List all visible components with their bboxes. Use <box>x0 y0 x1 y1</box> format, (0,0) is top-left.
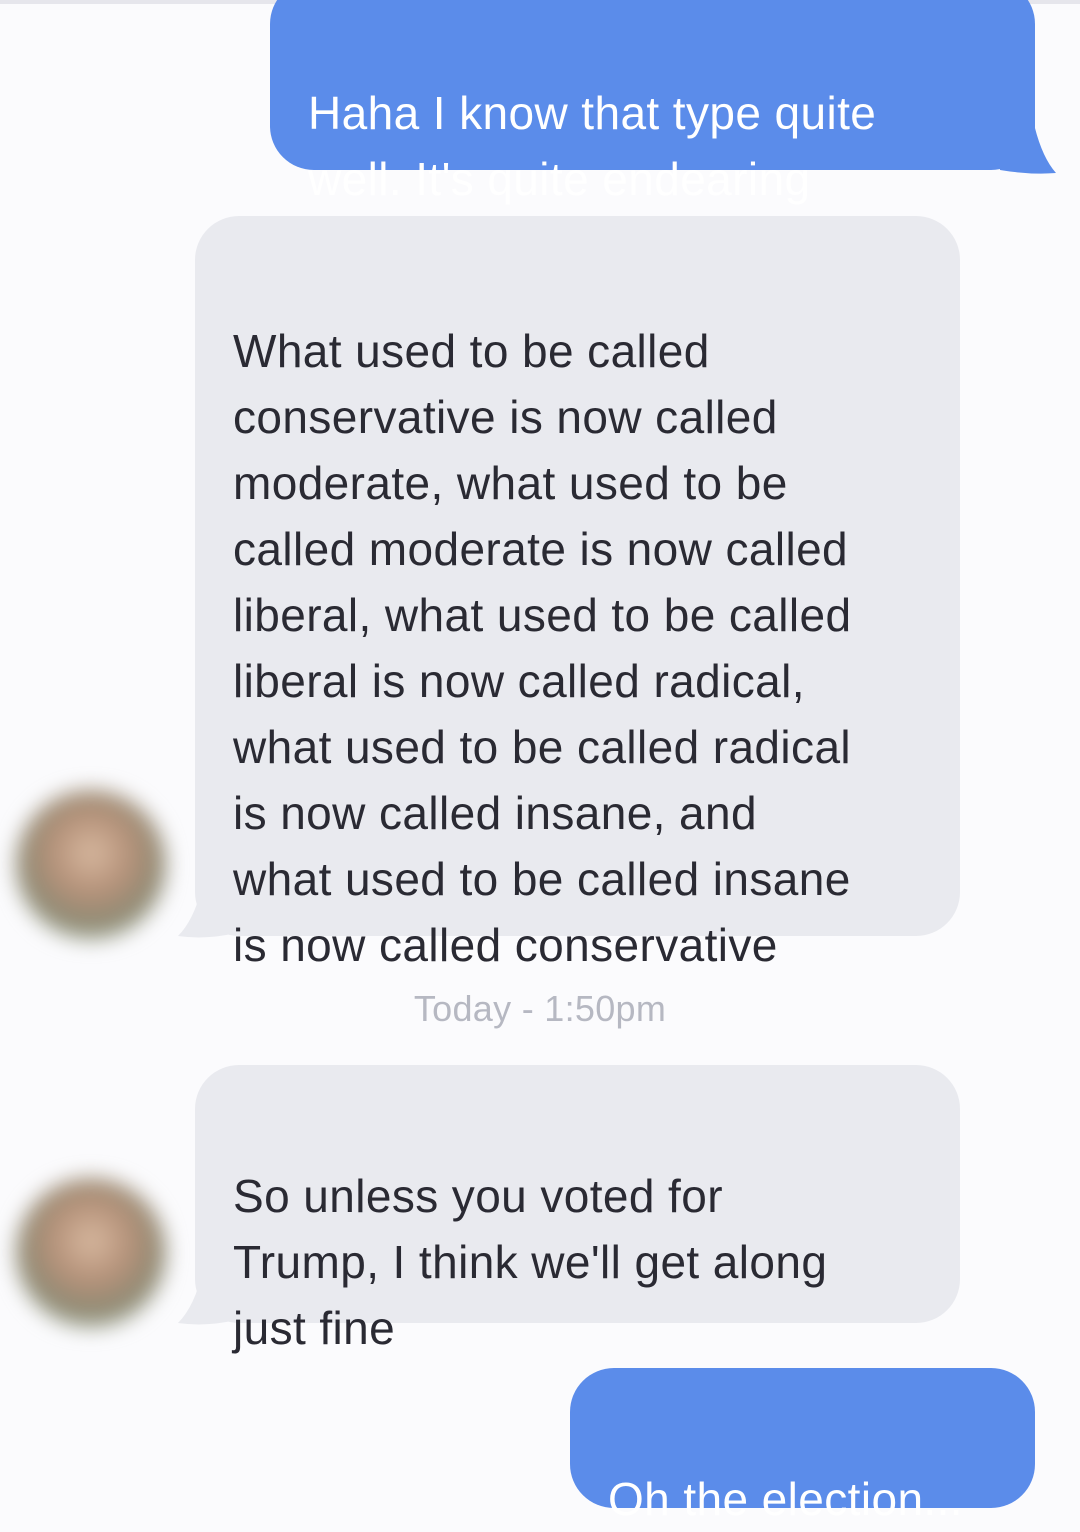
incoming-message-bubble[interactable]: So unless you voted for Trump, I think w… <box>195 1065 960 1354</box>
message-text: What used to be called conservative is n… <box>233 325 852 971</box>
message-text: So unless you voted for Trump, I think w… <box>233 1170 828 1354</box>
contact-avatar[interactable] <box>16 790 166 940</box>
message-text: Oh the election... <box>608 1473 963 1525</box>
timestamp-divider: Today - 1:50pm <box>413 988 667 1029</box>
incoming-message-bubble[interactable]: What used to be called conservative is n… <box>195 216 960 971</box>
outgoing-message-bubble[interactable]: Haha I know that type quite well. It's q… <box>270 0 1035 205</box>
contact-avatar[interactable] <box>16 1178 166 1328</box>
message-text: Haha I know that type quite well. It's q… <box>308 87 877 205</box>
outgoing-message-bubble[interactable]: Oh the election... <box>570 1368 1035 1525</box>
outgoing-bubble-tail <box>1000 115 1056 174</box>
